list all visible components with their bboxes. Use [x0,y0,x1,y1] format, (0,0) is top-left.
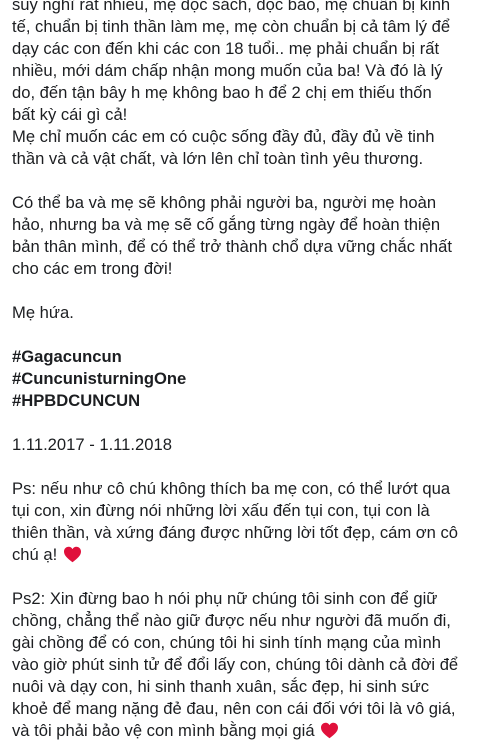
text-line: Ps2: Xin đừng bao h nói phụ nữ chúng tôi… [12,589,438,608]
text-line: vào giờ phút sinh tử để đổi lấy con, chú… [12,655,459,674]
text-line: thiên thần, và xứng đáng được những lời … [12,523,459,542]
paragraph-ps2: Ps2: Xin đừng bao h nói phụ nữ chúng tôi… [12,588,474,742]
paragraph-date: 1.11.2017 - 1.11.2018 [12,434,474,456]
post-body: suy nghĩ rất nhiều, mẹ đọc sách, đọc báo… [0,0,474,742]
hashtag-link[interactable]: #HPBDCUNCUN [12,390,474,412]
text-line: gài chồng để có con, chúng tôi hi sinh t… [12,633,441,652]
text-line: tụi con, xin đừng nói những lời xấu đến … [12,501,430,520]
red-heart-icon [63,546,81,563]
paragraph-preparation: suy nghĩ rất nhiều, mẹ đọc sách, đọc báo… [12,0,474,170]
text-line: thần và cả vật chất, và lớn lên chỉ toàn… [12,149,424,168]
text-line: bất kỳ cái gì cả! [12,105,128,124]
hashtag-link[interactable]: #Gagacuncun [12,346,474,368]
hashtag-list: #Gagacuncun #CuncunisturningOne #HPBDCUN… [12,346,474,412]
red-heart-icon [321,722,339,739]
text-line: Mẹ chỉ muốn các em có cuộc sống đầy đủ, … [12,127,435,146]
text-line: tế, chuẩn bị tinh thần làm mẹ, mẹ còn ch… [12,17,451,36]
text-fragment: và tôi phải bảo vệ con mình bằng mọi giá [12,721,315,740]
text-line-with-heart: và tôi phải bảo vệ con mình bằng mọi giá [12,720,474,742]
text-line: Ps: nếu như cô chú không thích ba mẹ con… [12,479,451,498]
paragraph-promise: Mẹ hứa. [12,302,474,324]
text-line: chồng, chẳng thể nào giữ được nếu như ng… [12,611,451,630]
paragraph-parents: Có thể ba và mẹ sẽ không phải người ba, … [12,192,474,280]
text-line: bản thân mình, để có thể trở thành chổ d… [12,237,452,256]
text-line: hảo, nhưng ba và mẹ sẽ cố gắng từng ngày… [12,215,441,234]
paragraph-ps1: Ps: nếu như cô chú không thích ba mẹ con… [12,478,474,566]
text-line: dạy các con đến khi các con 18 tuổi.. mẹ… [12,39,440,58]
text-fragment: chú ạ! [12,545,58,564]
text-line: suy nghĩ rất nhiều, mẹ đọc sách, đọc báo… [12,0,451,14]
promise-text: Mẹ hứa. [12,303,74,322]
hashtag-link[interactable]: #CuncunisturningOne [12,368,474,390]
text-line: Có thể ba và mẹ sẽ không phải người ba, … [12,193,437,212]
text-line: nuôi và dạy con, hi sinh thanh xuân, sắc… [12,677,429,696]
text-line: nhiều, mới dám chấp nhận mong muốn của b… [12,61,443,80]
text-line: cho các em trong đời! [12,259,173,278]
text-line: do, đến tận bây h mẹ không bao h để 2 ch… [12,83,432,102]
text-line: khoẻ để mang nặng đẻ đau, nên con cái đố… [12,699,456,718]
date-range: 1.11.2017 - 1.11.2018 [12,435,172,454]
text-line-with-heart: chú ạ! [12,544,474,566]
